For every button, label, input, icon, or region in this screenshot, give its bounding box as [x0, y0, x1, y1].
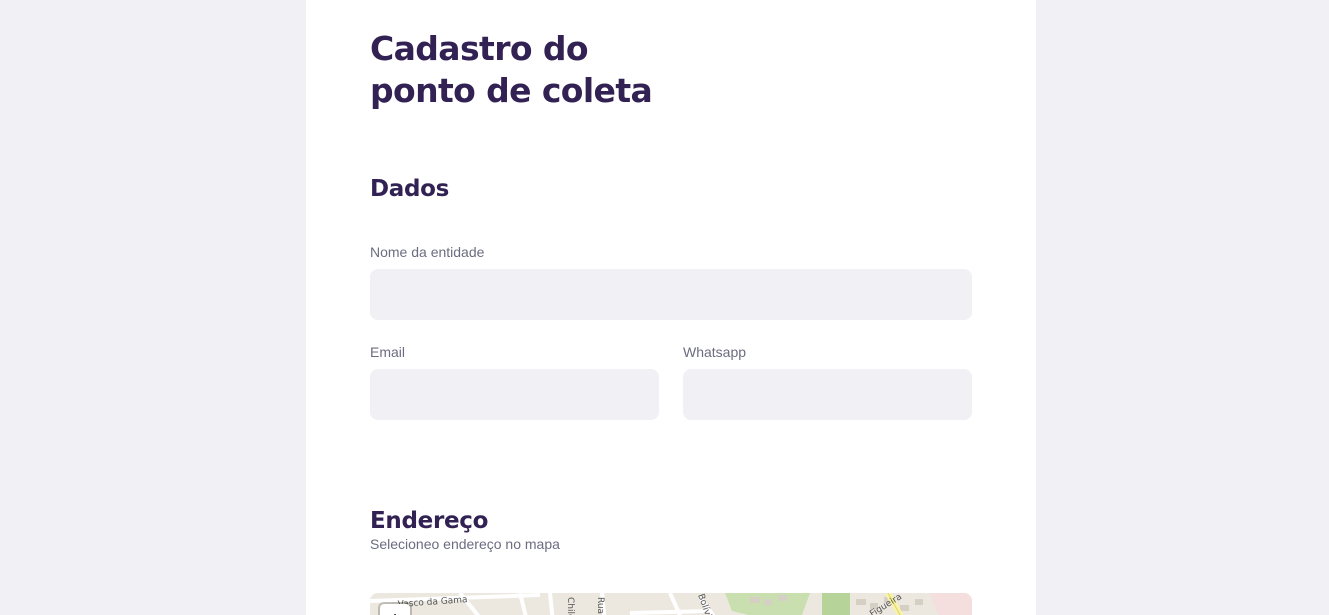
page-title: Cadastro do ponto de coleta [370, 29, 653, 110]
map-tiles: Vasco da Gama Chile Rua S Bolívia Figuei… [370, 593, 972, 615]
section-title-dados: Dados [370, 176, 450, 202]
address-map[interactable]: Vasco da Gama Chile Rua S Bolívia Figuei… [370, 593, 972, 615]
whatsapp-input[interactable] [683, 369, 972, 420]
zoom-in-button[interactable]: + [380, 604, 410, 615]
street-label: Chile [565, 597, 575, 615]
register-form: Cadastro do ponto de coleta Dados Nome d… [306, 0, 1036, 615]
page: Cadastro do ponto de coleta Dados Nome d… [0, 0, 1329, 615]
whatsapp-label: Whatsapp [683, 344, 747, 360]
street-label: Rua S [595, 597, 605, 615]
map-hint: Selecioneo endereço no mapa [370, 536, 560, 552]
email-input[interactable] [370, 369, 659, 420]
nome-label: Nome da entidade [370, 244, 485, 260]
nome-entidade-input[interactable] [370, 269, 972, 320]
section-title-endereco: Endereço [370, 508, 489, 534]
email-label: Email [370, 344, 406, 360]
